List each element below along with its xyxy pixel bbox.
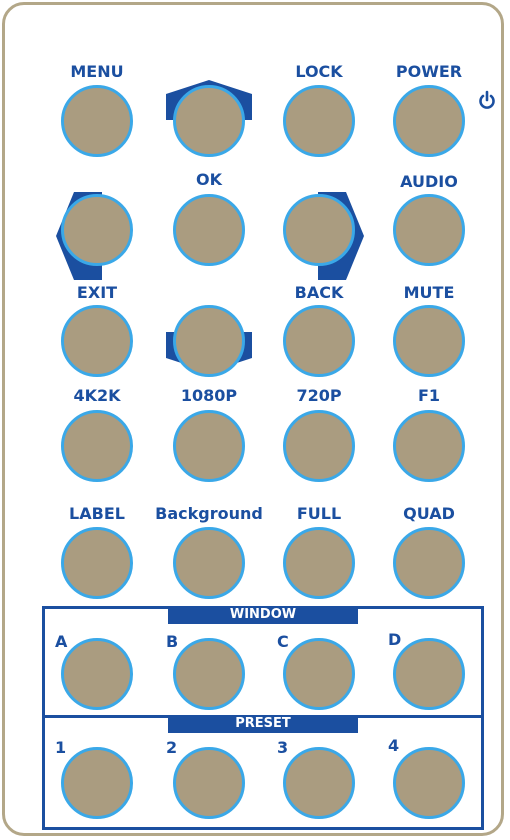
- f1-label: F1: [417, 386, 441, 405]
- power-label: POWER: [395, 62, 463, 81]
- window-section-title: WINDOW: [168, 606, 358, 624]
- label-button[interactable]: [61, 527, 133, 599]
- lock-button[interactable]: [283, 85, 355, 157]
- back-button[interactable]: [283, 305, 355, 377]
- quad-label: QUAD: [403, 504, 455, 523]
- ok-button[interactable]: [173, 194, 245, 266]
- 720p-button[interactable]: [283, 410, 355, 482]
- ok-label: OK: [196, 170, 222, 189]
- exit-button[interactable]: [61, 305, 133, 377]
- window-c-label: C: [277, 632, 289, 651]
- f1-button[interactable]: [393, 410, 465, 482]
- preset-4-label: 4: [388, 736, 400, 755]
- 1080p-button[interactable]: [173, 410, 245, 482]
- right-button[interactable]: [283, 194, 355, 266]
- window-d-label: D: [388, 630, 402, 649]
- preset-4-button[interactable]: [393, 747, 465, 819]
- 4k2k-button[interactable]: [61, 410, 133, 482]
- preset-3-label: 3: [277, 738, 289, 757]
- menu-label: MENU: [70, 62, 124, 81]
- down-button[interactable]: [173, 305, 245, 377]
- preset-1-label: 1: [55, 738, 67, 757]
- background-button[interactable]: [173, 527, 245, 599]
- window-a-label: A: [55, 632, 68, 651]
- up-button[interactable]: [173, 85, 245, 157]
- audio-button[interactable]: [393, 194, 465, 266]
- quad-button[interactable]: [393, 527, 465, 599]
- power-button[interactable]: [393, 85, 465, 157]
- exit-label: EXIT: [76, 283, 118, 302]
- left-button[interactable]: [61, 194, 133, 266]
- menu-button[interactable]: [61, 85, 133, 157]
- mute-label: MUTE: [403, 283, 455, 302]
- preset-section-title: PRESET: [168, 715, 358, 733]
- window-b-label: B: [166, 632, 179, 651]
- audio-label: AUDIO: [400, 172, 458, 191]
- power-icon: [479, 90, 495, 109]
- mute-button[interactable]: [393, 305, 465, 377]
- full-button[interactable]: [283, 527, 355, 599]
- preset-2-label: 2: [166, 738, 178, 757]
